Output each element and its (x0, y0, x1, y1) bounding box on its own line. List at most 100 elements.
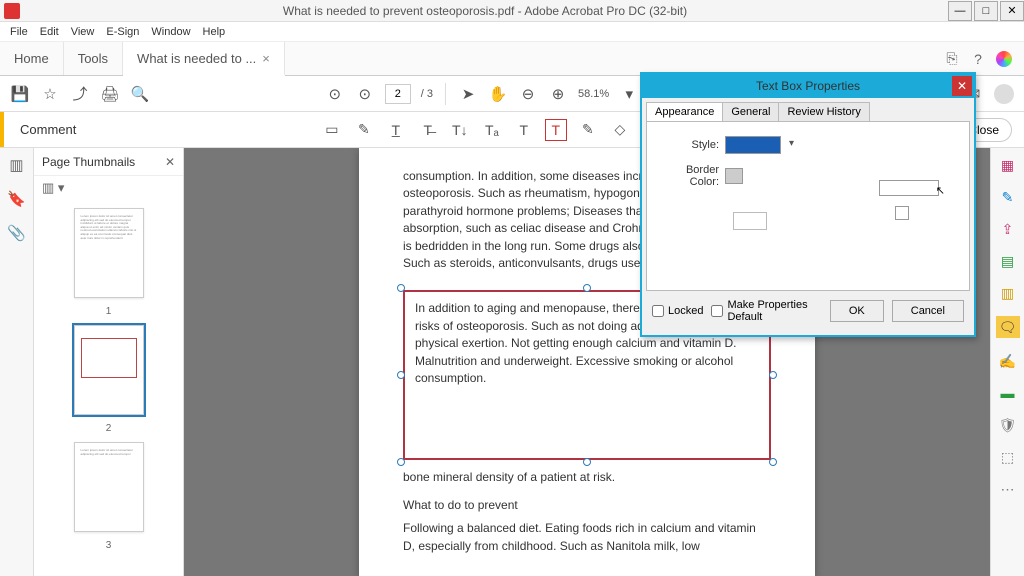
quick-tools-icon[interactable]: ⎘ (944, 51, 960, 67)
insert-text-icon[interactable]: Tₐ (482, 120, 502, 140)
fill-color-swatch[interactable] (895, 206, 909, 220)
text-box-properties-dialog[interactable]: Text Box Properties ✕ Appearance General… (640, 72, 976, 337)
thumbnail-label: 1 (106, 306, 112, 317)
attachments-rail-icon[interactable]: 📎 (8, 224, 26, 242)
help-icon[interactable]: ? (970, 51, 986, 67)
combine-files-icon[interactable]: ▥ (999, 284, 1017, 302)
thumbnail-label: 3 (106, 540, 112, 551)
edit-pdf-icon[interactable]: ✎ (999, 188, 1017, 206)
print-icon[interactable]: 🖨 (100, 84, 120, 104)
save-icon[interactable]: 💾 (10, 84, 30, 104)
comment-tool-icon[interactable]: 🗨 (996, 316, 1020, 338)
left-navigation-rail: ▥ 🔖 📎 (0, 148, 34, 576)
redact-icon[interactable]: ▬ (999, 384, 1017, 402)
strikethrough-icon[interactable]: T̶ (418, 120, 438, 140)
fill-sign-icon[interactable]: ✍ (999, 352, 1017, 370)
thumbnails-rail-icon[interactable]: ▥ (8, 156, 26, 174)
thumbnail-page-2[interactable] (74, 325, 144, 415)
pencil-icon[interactable]: ✎ (578, 120, 598, 140)
menu-view[interactable]: View (65, 24, 101, 40)
underline-icon[interactable]: T̲ (386, 120, 406, 140)
hand-icon[interactable]: ✋ (488, 84, 508, 104)
app-icon (4, 3, 20, 19)
pointer-icon[interactable]: ➤ (458, 84, 478, 104)
zoom-level[interactable]: 58.1% (578, 88, 609, 100)
star-icon[interactable]: ☆ (40, 84, 60, 104)
right-tools-rail: ▦ ✎ ⇪ ▤ ▥ 🗨 ✍ ▬ 🛡 ⬚ ⋯ (990, 148, 1024, 576)
tab-home[interactable]: Home (0, 42, 64, 75)
eraser-icon[interactable]: ◇ (610, 120, 630, 140)
make-default-label: Make Properties Default (727, 299, 813, 323)
border-color-label: Border Color: (659, 164, 725, 188)
minimize-button[interactable]: — (948, 1, 972, 21)
maximize-button[interactable]: □ (974, 1, 998, 21)
thumbnails-options[interactable]: ▥ ▾ (34, 176, 183, 200)
make-default-checkbox[interactable]: Make Properties Default (711, 299, 813, 323)
thumbnail-page-1[interactable]: Lorem ipsum dolor sit amet consectetur a… (74, 208, 144, 298)
opacity-field[interactable] (733, 212, 767, 230)
zoom-dropdown-icon[interactable]: ▾ (619, 84, 639, 104)
tab-label: Home (14, 51, 49, 66)
resize-handle-se[interactable] (769, 458, 777, 466)
replace-text-icon[interactable]: T↓ (450, 120, 470, 140)
resize-handle-e[interactable] (769, 371, 777, 379)
window-controls: — □ ✕ (946, 1, 1024, 21)
thumbnails-header: Page Thumbnails ✕ (34, 148, 183, 176)
page-down-icon[interactable]: ⊙ (355, 84, 375, 104)
thickness-field[interactable] (879, 180, 939, 196)
protect-icon[interactable]: 🛡 (999, 416, 1017, 434)
resize-handle-s[interactable] (583, 458, 591, 466)
thumbnail-label: 2 (106, 423, 112, 434)
tab-tools[interactable]: Tools (64, 42, 123, 75)
create-pdf-icon[interactable]: ▦ (999, 156, 1017, 174)
border-color-swatch[interactable] (725, 168, 743, 184)
style-select[interactable] (725, 136, 781, 154)
cancel-button[interactable]: Cancel (892, 300, 964, 322)
zoom-in-icon[interactable]: ⊕ (548, 84, 568, 104)
close-tab-icon[interactable]: × (262, 51, 270, 66)
share-icon[interactable]: ⤴ (70, 84, 90, 104)
window-title: What is needed to prevent osteoporosis.p… (24, 4, 946, 18)
highlight-icon[interactable]: ✎ (354, 120, 374, 140)
page-total: / 3 (421, 88, 433, 100)
tabstrip-tools: ⎘ ? (944, 42, 1024, 75)
menu-esign[interactable]: E-Sign (100, 24, 145, 40)
account-avatar[interactable] (994, 84, 1014, 104)
tab-document[interactable]: What is needed to ... × (123, 42, 285, 76)
page-number-input[interactable] (385, 84, 411, 104)
menu-file[interactable]: File (4, 24, 34, 40)
compress-icon[interactable]: ⬚ (999, 448, 1017, 466)
resize-handle-sw[interactable] (397, 458, 405, 466)
dialog-titlebar[interactable]: Text Box Properties ✕ (642, 74, 974, 98)
zoom-out-icon[interactable]: ⊖ (518, 84, 538, 104)
locked-checkbox-input[interactable] (652, 305, 664, 317)
more-tools-icon[interactable]: ⋯ (999, 480, 1017, 498)
dialog-footer: Locked Make Properties Default OK Cancel (646, 291, 970, 331)
menu-help[interactable]: Help (197, 24, 232, 40)
page-up-icon[interactable]: ⊙ (325, 84, 345, 104)
export-pdf-icon[interactable]: ⇪ (999, 220, 1017, 238)
tab-appearance[interactable]: Appearance (646, 102, 723, 121)
locked-checkbox[interactable]: Locked (652, 305, 703, 317)
section-heading: What to do to prevent (403, 498, 771, 512)
dialog-close-button[interactable]: ✕ (952, 76, 972, 96)
ok-button[interactable]: OK (830, 300, 884, 322)
menu-edit[interactable]: Edit (34, 24, 65, 40)
search-icon[interactable]: 🔍 (130, 84, 150, 104)
title-bar: What is needed to prevent osteoporosis.p… (0, 0, 1024, 22)
make-default-checkbox-input[interactable] (711, 305, 723, 317)
body-paragraph: Following a balanced diet. Eating foods … (403, 520, 771, 555)
add-text-comment-icon[interactable]: T (514, 120, 534, 140)
thumbnail-page-3[interactable]: Lorem ipsum dolor sit amet consectetur a… (74, 442, 144, 532)
sticky-note-icon[interactable]: ▭ (322, 120, 342, 140)
bookmarks-rail-icon[interactable]: 🔖 (8, 190, 26, 208)
text-box-icon[interactable]: T (546, 120, 566, 140)
close-window-button[interactable]: ✕ (1000, 1, 1024, 21)
close-thumbnails-icon[interactable]: ✕ (165, 155, 175, 169)
tab-review-history[interactable]: Review History (778, 102, 869, 121)
menu-window[interactable]: Window (145, 24, 196, 40)
notifications-icon[interactable] (996, 51, 1012, 67)
thumbnails-list: Lorem ipsum dolor sit amet consectetur a… (34, 200, 183, 576)
tab-general[interactable]: General (722, 102, 779, 121)
organize-pages-icon[interactable]: ▤ (999, 252, 1017, 270)
